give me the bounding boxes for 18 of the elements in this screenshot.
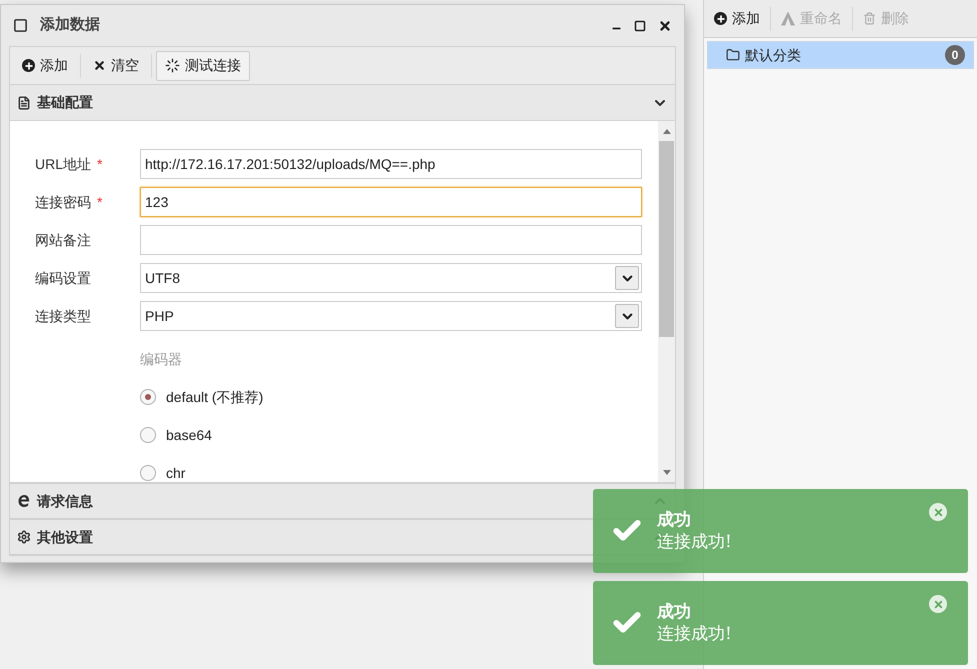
field-label: 连接密码	[35, 192, 91, 212]
field-label: URL地址	[35, 154, 92, 174]
group-label: 编码器	[140, 350, 182, 369]
count-badge: 0	[945, 45, 965, 65]
field-label: 编码设置	[35, 268, 91, 288]
field-label: 连接类型	[35, 306, 91, 326]
radio-label: base64	[166, 426, 212, 444]
section-title: 基础配置	[37, 93, 93, 112]
field-label: 网站备注	[35, 230, 91, 250]
window-title: 添加数据	[40, 15, 101, 36]
section-title: 请求信息	[37, 492, 93, 510]
required-mark: *	[97, 192, 102, 212]
section-title: 其他设置	[37, 528, 93, 546]
toast-title: 成功	[657, 601, 692, 623]
toast-message: 连接成功!	[657, 623, 732, 645]
radio-label: default (不推荐)	[166, 388, 264, 407]
radio-label: chr	[166, 464, 186, 482]
required-mark: *	[97, 154, 102, 174]
